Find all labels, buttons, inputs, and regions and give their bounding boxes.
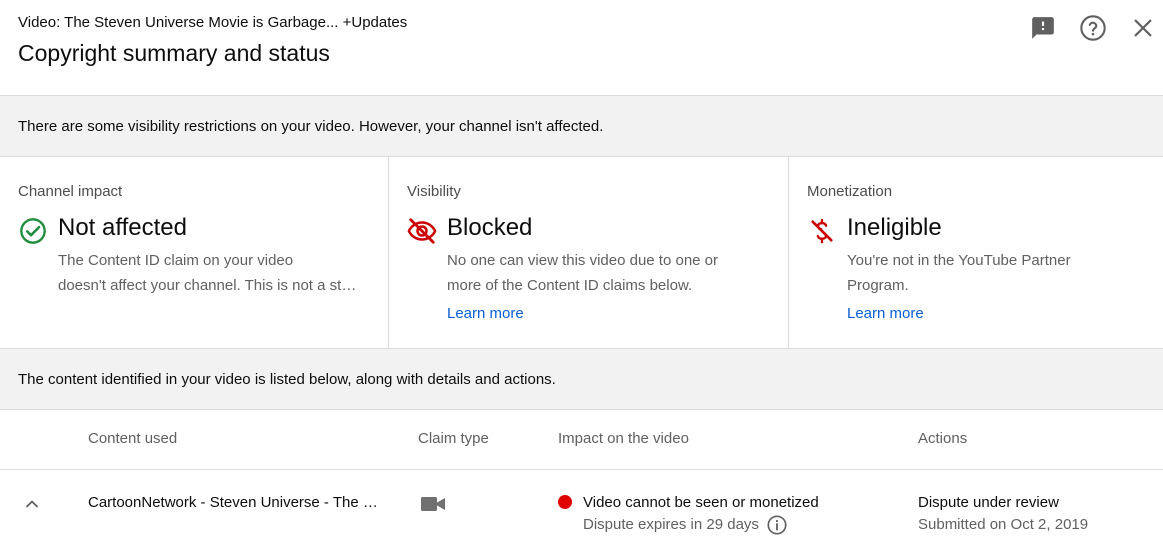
monetization-description: You're not in the YouTube Partner Progra… bbox=[847, 248, 1147, 298]
impact-main-text: Video cannot be seen or monetized bbox=[583, 494, 819, 511]
monetization-status: Ineligible bbox=[847, 214, 942, 241]
dialog-header: Video: The Steven Universe Movie is Garb… bbox=[0, 0, 1163, 95]
close-icon[interactable] bbox=[1128, 13, 1158, 43]
help-icon[interactable] bbox=[1078, 13, 1108, 43]
channel-impact-card: Channel impact Not affected The Content … bbox=[0, 157, 389, 348]
page-title: Copyright summary and status bbox=[18, 40, 330, 66]
chevron-up-icon[interactable] bbox=[20, 492, 44, 516]
content-used-cell: CartoonNetwork - Steven Universe - The M… bbox=[88, 494, 388, 511]
column-header-content-used: Content used bbox=[88, 430, 178, 447]
check-circle-icon bbox=[18, 216, 48, 246]
visibility-card: Visibility Blocked No one can view this … bbox=[389, 157, 789, 348]
video-title: Video: The Steven Universe Movie is Garb… bbox=[18, 14, 408, 31]
table-header: Content used Claim type Impact on the vi… bbox=[0, 410, 1163, 470]
monetization-desc-line2: Program. bbox=[847, 277, 909, 294]
channel-impact-status: Not affected bbox=[58, 214, 187, 241]
content-banner-text: The content identified in your video is … bbox=[18, 371, 556, 388]
channel-impact-desc-line2: doesn't affect your channel. This is not… bbox=[58, 277, 358, 294]
column-header-impact: Impact on the video bbox=[558, 430, 689, 447]
monetization-label: Monetization bbox=[807, 183, 893, 200]
content-banner: The content identified in your video is … bbox=[0, 348, 1163, 410]
visibility-desc-line2: more of the Content ID claims below. bbox=[447, 277, 693, 294]
status-cards: Channel impact Not affected The Content … bbox=[0, 157, 1163, 348]
money-off-icon bbox=[807, 216, 837, 246]
visibility-label: Visibility bbox=[407, 183, 461, 200]
summary-banner-text: There are some visibility restrictions o… bbox=[18, 118, 604, 135]
impact-sub-text: Dispute expires in 29 days bbox=[583, 516, 759, 533]
channel-impact-desc-line1: The Content ID claim on your video bbox=[58, 252, 294, 269]
table-row: CartoonNetwork - Steven Universe - The M… bbox=[0, 470, 1163, 558]
visibility-off-icon bbox=[407, 216, 437, 246]
channel-impact-description: The Content ID claim on your video doesn… bbox=[58, 248, 358, 298]
impact-status-dot bbox=[558, 495, 572, 509]
monetization-card: Monetization Ineligible You're not in th… bbox=[789, 157, 1163, 348]
feedback-icon[interactable] bbox=[1028, 13, 1058, 43]
video-camera-icon bbox=[420, 494, 446, 518]
info-icon[interactable] bbox=[766, 514, 788, 536]
channel-impact-label: Channel impact bbox=[18, 183, 123, 200]
visibility-learn-more-link[interactable]: Learn more bbox=[447, 305, 524, 322]
action-submitted-text: Submitted on Oct 2, 2019 bbox=[918, 516, 1089, 533]
visibility-description: No one can view this video due to one or… bbox=[447, 248, 747, 298]
column-header-actions: Actions bbox=[918, 430, 968, 447]
summary-banner: There are some visibility restrictions o… bbox=[0, 95, 1163, 157]
monetization-desc-line1: You're not in the YouTube Partner bbox=[847, 252, 1071, 269]
column-header-claim-type: Claim type bbox=[418, 430, 489, 447]
visibility-desc-line1: No one can view this video due to one or bbox=[447, 252, 719, 269]
monetization-learn-more-link[interactable]: Learn more bbox=[847, 305, 924, 322]
action-status-text: Dispute under review bbox=[918, 494, 1059, 511]
visibility-status: Blocked bbox=[447, 214, 533, 241]
